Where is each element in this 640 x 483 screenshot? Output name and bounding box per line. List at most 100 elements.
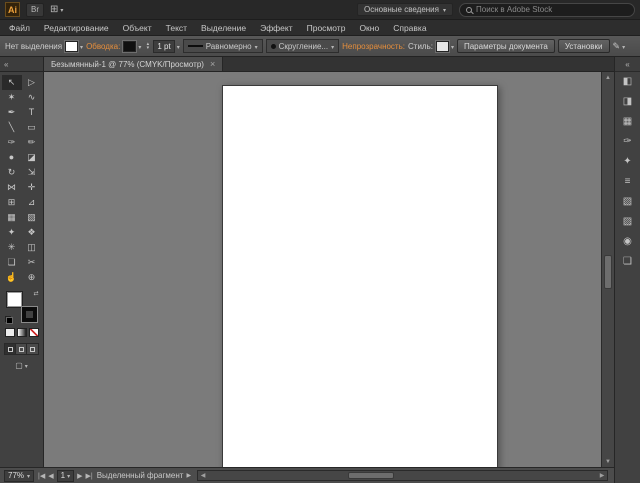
default-fill-stroke-icon[interactable] [4, 316, 13, 324]
bridge-button[interactable]: Br [26, 2, 44, 17]
pencil-tool[interactable]: ✏ [22, 135, 42, 150]
menu-item[interactable]: Просмотр [300, 20, 353, 35]
close-icon[interactable]: × [210, 59, 215, 69]
paint-color-button[interactable] [4, 328, 15, 337]
scroll-right-icon[interactable]: ▶ [597, 472, 607, 479]
menu-item[interactable]: Редактирование [37, 20, 116, 35]
stroke-weight-control[interactable]: ▴ ▾ 1 pt [144, 39, 179, 53]
swap-fill-stroke-icon[interactable]: ⇄ [33, 291, 38, 297]
rotate-tool[interactable]: ↻ [2, 165, 22, 180]
next-artboard-button[interactable]: ▶ [77, 472, 82, 480]
search-input[interactable] [476, 5, 628, 14]
eyedropper-tool[interactable]: ✦ [2, 225, 22, 240]
eraser-tool[interactable]: ◪ [22, 150, 42, 165]
menu-item[interactable]: Окно [352, 20, 386, 35]
menu-item[interactable]: Текст [159, 20, 194, 35]
artboard-number-dropdown[interactable]: 1 [56, 469, 75, 482]
menu-item[interactable]: Выделение [194, 20, 253, 35]
swatches-panel-button[interactable]: ▦ [615, 112, 640, 132]
previous-artboard-button[interactable]: ◀ [48, 472, 53, 480]
horizontal-scrollbar[interactable]: ◀ ▶ [197, 470, 608, 481]
workspace-switcher[interactable]: Основные сведения [357, 3, 453, 16]
width-tool[interactable]: ⋈ [2, 180, 22, 195]
menu-item[interactable]: Справка [386, 20, 433, 35]
mesh-tool[interactable]: ▦ [2, 210, 22, 225]
selection-tool[interactable]: ↖ [1, 75, 22, 90]
rectangle-tool[interactable]: ▭ [22, 120, 42, 135]
gradient-panel-button[interactable]: ▧ [615, 192, 640, 212]
canvas[interactable] [44, 72, 601, 467]
menu-item[interactable]: Объект [116, 20, 159, 35]
scroll-up-icon[interactable]: ▲ [602, 72, 614, 83]
width-profile-dropdown[interactable]: Равномерно [182, 39, 263, 53]
brush-definition-dropdown[interactable]: Скругление... [265, 39, 340, 53]
stroke-panel-link[interactable]: Обводка: [86, 42, 120, 51]
column-graph-tool[interactable]: ◫ [22, 240, 42, 255]
document-setup-button[interactable]: Параметры документа [456, 39, 555, 53]
zoom-tool[interactable]: ⊕ [22, 270, 42, 285]
draw-normal-button[interactable] [5, 344, 16, 354]
stroke-weight-stepper[interactable]: ▴ ▾ [144, 42, 151, 51]
magic-wand-tool[interactable]: ✶ [2, 90, 22, 105]
screen-mode-button[interactable]: ▢ [15, 361, 28, 370]
stroke-panel-button[interactable]: ≡ [615, 172, 640, 192]
blob-brush-tool[interactable]: ● [2, 150, 22, 165]
scroll-left-icon[interactable]: ◀ [198, 472, 208, 479]
blend-tool[interactable]: ❖ [22, 225, 42, 240]
vertical-scrollbar[interactable]: ▲ ▼ [601, 72, 614, 467]
dock-expand-button[interactable]: « [615, 57, 640, 72]
lasso-tool[interactable]: ∿ [22, 90, 42, 105]
free-transform-tool[interactable]: ✛ [22, 180, 42, 195]
stroke-color-dropdown[interactable] [122, 39, 141, 53]
opacity-panel-link[interactable]: Непрозрачность: [342, 42, 405, 51]
slice-tool[interactable]: ✂ [22, 255, 42, 270]
horizontal-scroll-track[interactable] [208, 471, 597, 480]
last-artboard-button[interactable]: ▶| [85, 472, 92, 480]
vertical-scroll-thumb[interactable] [604, 254, 612, 289]
control-bar-menu[interactable]: ✎ [613, 41, 626, 52]
color-guide-panel-button[interactable]: ◨ [615, 92, 640, 112]
symbols-panel-button[interactable]: ✦ [615, 152, 640, 172]
document-tab[interactable]: Безымянный-1 @ 77% (CMYK/Просмотр) × [44, 57, 224, 71]
artboard-tool[interactable]: ❏ [2, 255, 22, 270]
horizontal-scroll-thumb[interactable] [348, 472, 395, 479]
menu-item[interactable]: Эффект [253, 20, 300, 35]
shape-builder-tool[interactable]: ⊞ [2, 195, 22, 210]
scale-tool[interactable]: ⇲ [22, 165, 42, 180]
line-segment-tool[interactable]: ╲ [2, 120, 22, 135]
hand-tool-icon: ☝ [5, 272, 18, 282]
fill-color-dropdown[interactable] [64, 39, 83, 53]
zoom-level-dropdown[interactable]: 77% [4, 469, 35, 482]
paintbrush-tool[interactable]: ✑ [2, 135, 22, 150]
draw-inside-button[interactable] [27, 344, 38, 354]
first-artboard-button[interactable]: |◀ [38, 472, 45, 480]
type-tool[interactable]: T [22, 105, 42, 120]
stroke-weight-field[interactable]: 1 pt [153, 39, 175, 53]
graphic-style-dropdown[interactable] [434, 39, 454, 53]
vertical-scroll-track[interactable] [602, 83, 614, 456]
perspective-grid-tool[interactable]: ⊿ [22, 195, 42, 210]
symbol-sprayer-tool[interactable]: ✳ [2, 240, 22, 255]
pen-tool[interactable]: ✒ [2, 105, 22, 120]
draw-behind-button[interactable] [16, 344, 27, 354]
transparency-panel-button[interactable]: ▨ [615, 212, 640, 232]
menu-item[interactable]: Файл [2, 20, 37, 35]
fill-stroke-indicator[interactable]: ⇄ [4, 291, 39, 324]
hand-tool[interactable]: ☝ [2, 270, 22, 285]
stroke-color-box[interactable] [20, 306, 38, 323]
direct-selection-tool[interactable]: ▷ [22, 75, 42, 90]
fill-color-box[interactable] [5, 291, 23, 308]
paint-gradient-button[interactable] [16, 328, 27, 337]
gradient-tool[interactable]: ▧ [22, 210, 42, 225]
appearance-panel-button[interactable]: ◉ [615, 232, 640, 252]
color-panel-button[interactable]: ◧ [615, 72, 640, 92]
scroll-down-icon[interactable]: ▼ [602, 456, 614, 467]
preferences-button[interactable]: Установки [557, 39, 610, 53]
artboard[interactable] [222, 85, 498, 467]
paint-none-button[interactable] [28, 328, 39, 337]
layers-panel-button[interactable]: ❏ [615, 252, 640, 272]
status-display-menu[interactable]: Выделенный фрагмент ▶ [97, 471, 191, 480]
arrange-documents-button[interactable]: ⊞ [50, 4, 63, 15]
toolbar-collapse-button[interactable]: « [0, 57, 44, 71]
brushes-panel-button[interactable]: ✑ [615, 132, 640, 152]
